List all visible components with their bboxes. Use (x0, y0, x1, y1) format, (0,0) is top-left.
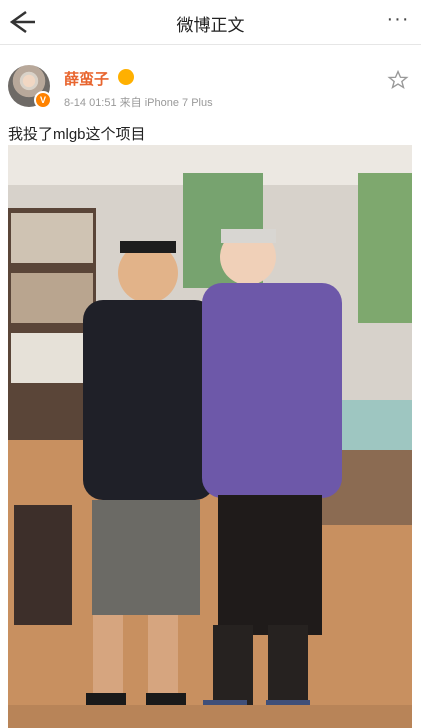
star-icon[interactable] (387, 69, 409, 91)
more-dots-icon[interactable]: ··· (381, 8, 415, 34)
verified-badge-icon: V (34, 91, 52, 109)
page-title: 微博正文 (176, 16, 245, 35)
post-time: 8-14 01:51 (64, 97, 117, 109)
post-meta: 8-14 01:51 来自 iPhone 7 Plus (64, 94, 213, 110)
post-photo[interactable] (8, 145, 412, 728)
post-text: 我投了mlgb这个项目 (8, 126, 146, 143)
avatar[interactable]: V (8, 65, 52, 109)
author-name[interactable]: 薛蛮子 (64, 68, 109, 89)
crown-icon (118, 69, 134, 85)
post-source: 来自 iPhone 7 Plus (119, 97, 213, 109)
post-photo-art (8, 145, 412, 728)
top-bar: 微博正文 ··· (0, 0, 421, 45)
